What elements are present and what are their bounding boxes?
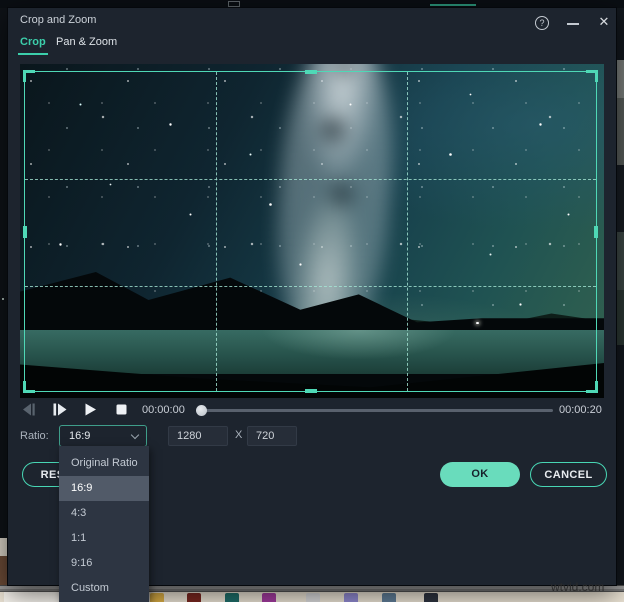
playback-controls: 00:00:00 00:00:20 (8, 398, 616, 424)
stop-icon[interactable] (116, 403, 130, 416)
dropdown-option-original-ratio[interactable]: Original Ratio (59, 451, 149, 476)
dropdown-option-custom[interactable]: Custom (59, 576, 149, 601)
minimize-icon[interactable] (567, 23, 579, 25)
tab-pan-zoom[interactable]: Pan & Zoom (56, 36, 117, 48)
crop-handle-bottom-left[interactable] (23, 381, 35, 393)
screen: wtvid.com Crop and Zoom ? ✕ Crop Pan & Z… (0, 0, 624, 602)
background-thumb-fragment (0, 538, 8, 556)
ratio-select-value: 16:9 (69, 430, 90, 442)
height-field[interactable] (247, 426, 297, 446)
background-box-fragment (228, 1, 240, 7)
cancel-button[interactable]: CANCEL (530, 462, 607, 487)
crop-handle-top[interactable] (305, 70, 317, 74)
crop-handle-top-left[interactable] (23, 70, 35, 82)
tab-bar: Crop Pan & Zoom (8, 32, 616, 64)
crop-handle-bottom-right[interactable] (586, 381, 598, 393)
crop-selection[interactable] (24, 71, 597, 392)
taskbar-icon[interactable] (306, 593, 320, 602)
taskbar-icon[interactable] (424, 593, 438, 602)
ok-button[interactable]: OK (440, 462, 520, 487)
background-left-sliver (0, 8, 8, 585)
dimension-separator: X (235, 429, 242, 441)
seek-slider[interactable] (197, 409, 553, 412)
taskbar-icon[interactable] (187, 593, 201, 602)
taskbar-icon[interactable] (225, 593, 239, 602)
crop-grid-line (407, 72, 408, 391)
width-field[interactable] (168, 426, 228, 446)
ratio-select[interactable]: 16:9 (59, 425, 147, 447)
ratio-dropdown-menu: Original Ratio 16:9 4:3 1:1 9:16 Custom (59, 446, 149, 602)
tab-crop[interactable]: Crop (20, 36, 46, 48)
background-top-strip (0, 0, 624, 8)
dropdown-option-16-9[interactable]: 16:9 (59, 476, 149, 501)
taskbar-icon[interactable] (344, 593, 358, 602)
dialog-titlebar: Crop and Zoom ? ✕ (8, 8, 616, 32)
taskbar-icon[interactable] (150, 593, 164, 602)
total-duration: 00:00:20 (559, 404, 602, 416)
crop-grid-line (25, 179, 596, 180)
chevron-down-icon (131, 431, 139, 439)
dialog-title: Crop and Zoom (20, 8, 96, 33)
play-icon[interactable] (84, 403, 98, 416)
bright-stars (20, 64, 21, 65)
taskbar-icon[interactable] (382, 593, 396, 602)
seek-handle[interactable] (196, 405, 207, 416)
crop-handle-left[interactable] (23, 226, 27, 238)
crop-handle-top-right[interactable] (586, 70, 598, 82)
help-icon[interactable]: ? (535, 16, 549, 30)
crop-grid-line (25, 286, 596, 287)
next-frame-icon[interactable] (53, 403, 67, 416)
elapsed-time: 00:00:00 (142, 404, 185, 416)
background-teal-fragment (430, 4, 476, 6)
background-star-fragment (2, 298, 4, 300)
video-preview (20, 64, 604, 398)
dropdown-option-4-3[interactable]: 4:3 (59, 501, 149, 526)
crop-handle-bottom[interactable] (305, 389, 317, 393)
crop-grid-line (216, 72, 217, 391)
close-icon[interactable]: ✕ (597, 15, 611, 29)
taskbar-icon[interactable] (262, 593, 276, 602)
ratio-label: Ratio: (20, 430, 49, 442)
previous-frame-icon[interactable] (22, 403, 36, 416)
dropdown-option-1-1[interactable]: 1:1 (59, 526, 149, 551)
watermark: wtvid.com (551, 580, 621, 594)
crop-handle-right[interactable] (594, 226, 598, 238)
dropdown-option-9-16[interactable]: 9:16 (59, 551, 149, 576)
background-thumb-fragment (0, 556, 8, 585)
background-right-sliver (616, 8, 624, 585)
